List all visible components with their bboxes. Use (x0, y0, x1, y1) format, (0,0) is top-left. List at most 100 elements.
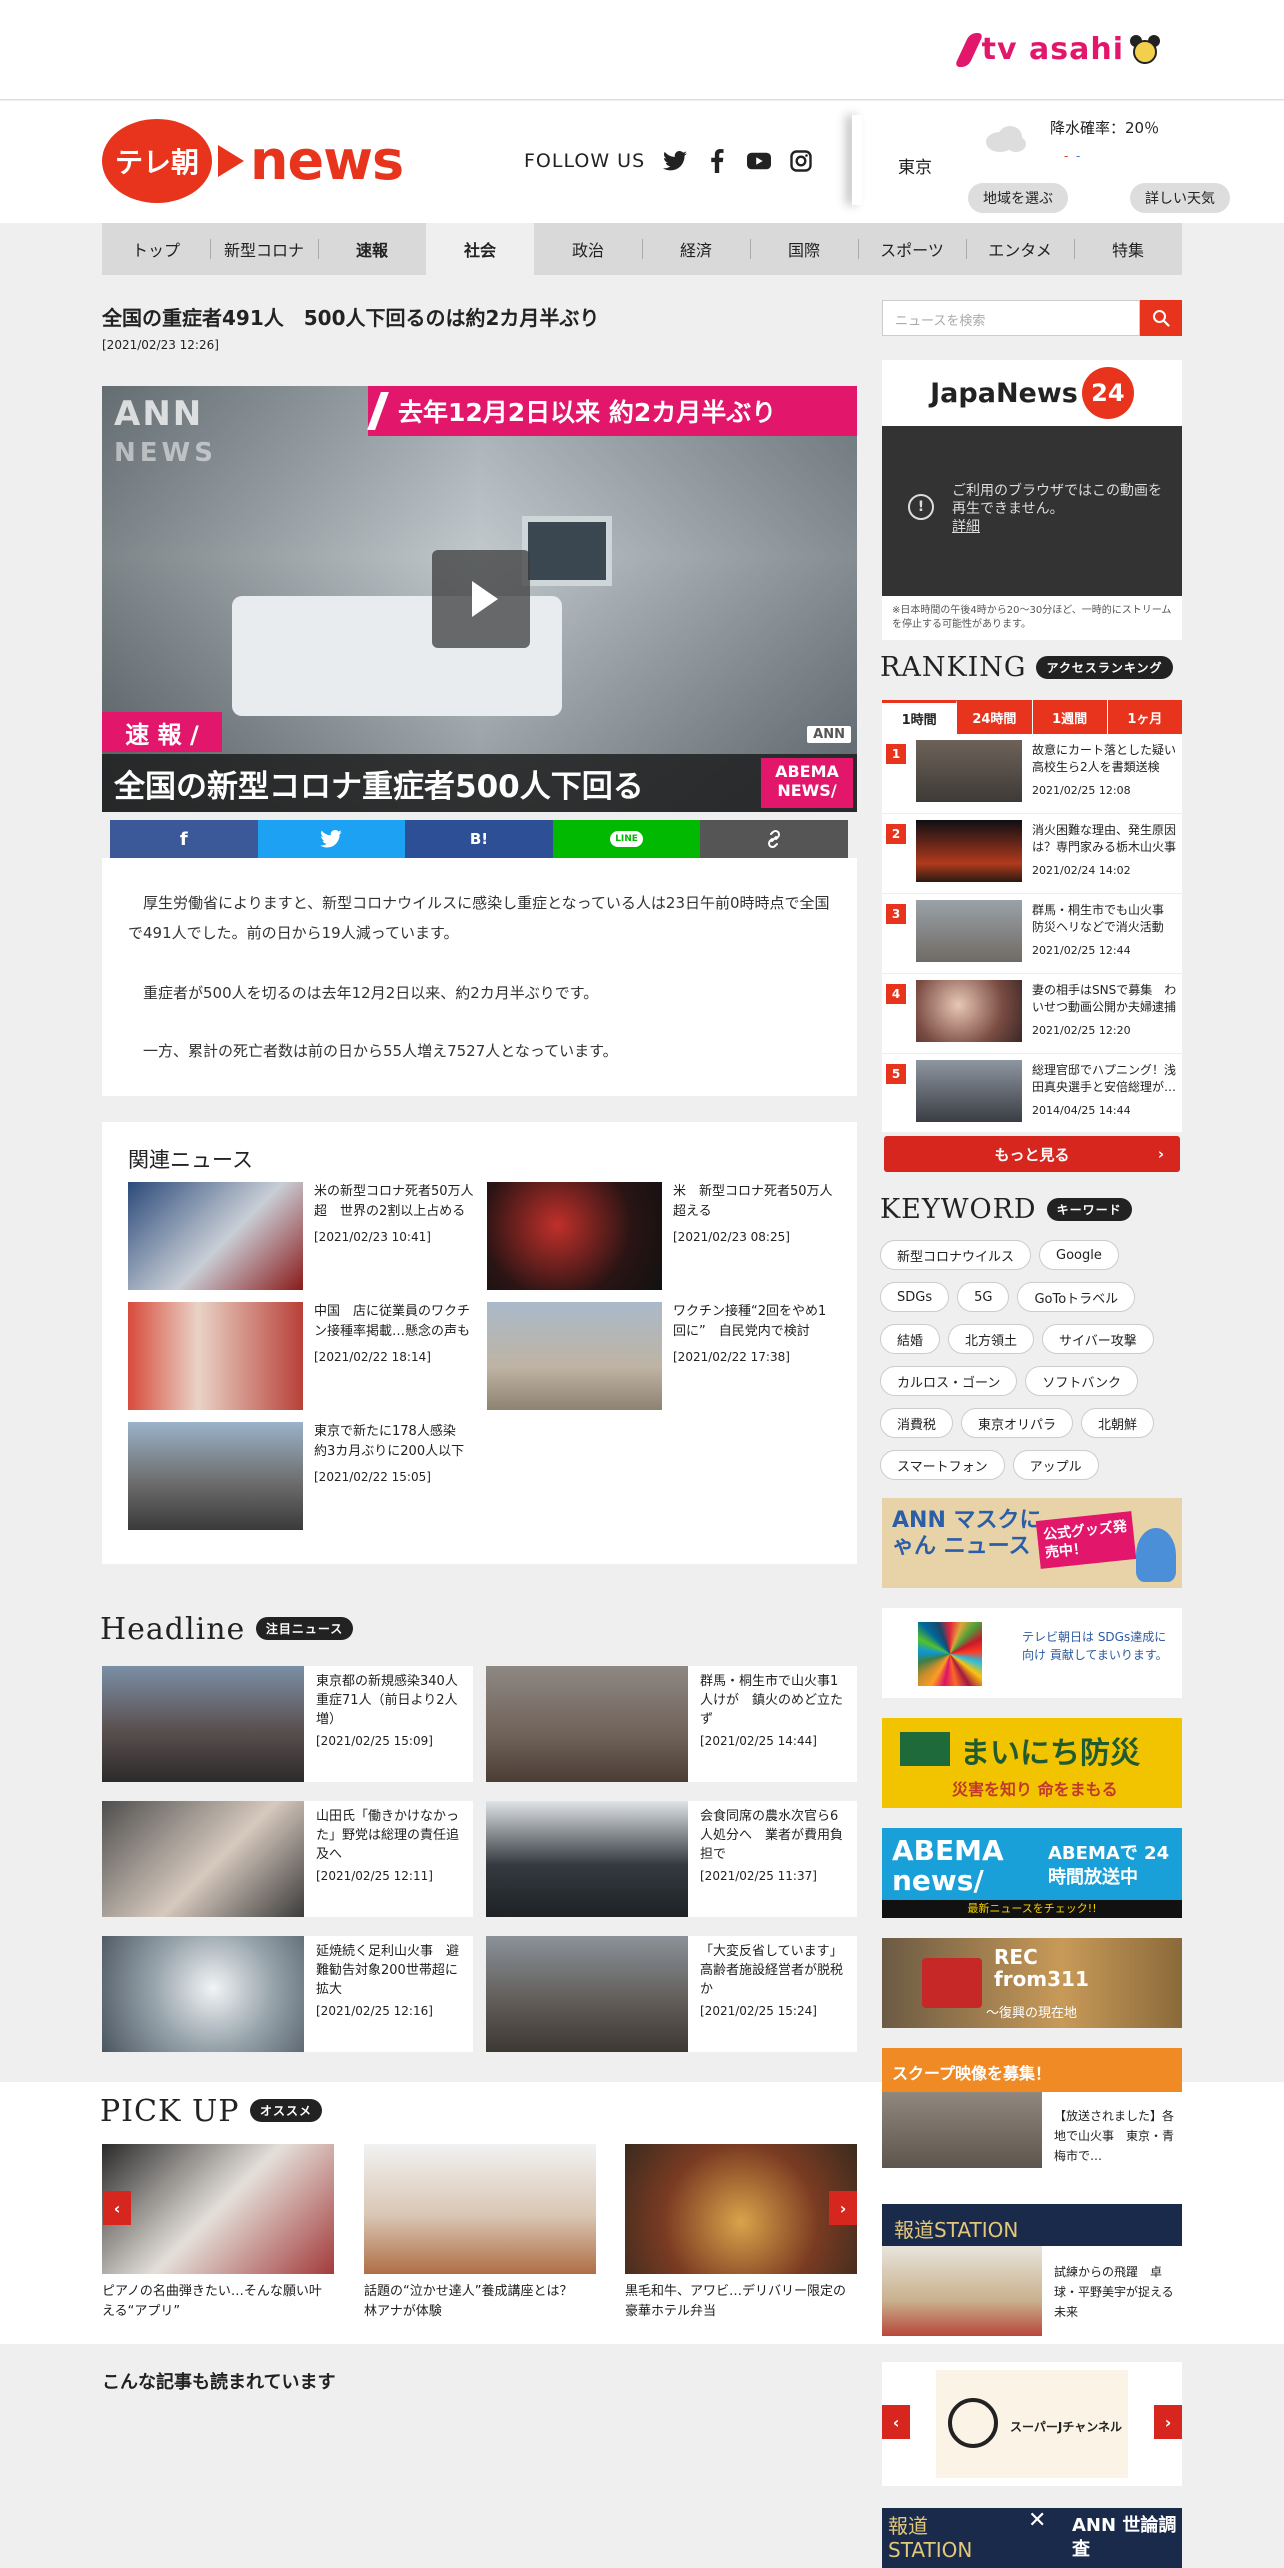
scoop-banner[interactable]: スクープ映像を募集！ 【放送されました】各地で山火事 東京・青梅市で… (882, 2048, 1182, 2168)
related-item[interactable]: 米の新型コロナ死者50万人超 世界の2割以上占める [2021/02/23 10… (128, 1182, 478, 1292)
headline-item[interactable]: 群馬・桐生市で山火事1人けが 鎮火のめど立たず [2021/02/25 14:4… (486, 1666, 857, 1782)
keyword-tag[interactable]: 5G (957, 1282, 1010, 1312)
choose-area-button[interactable]: 地域を選ぶ (968, 183, 1068, 213)
ranking-more-button[interactable]: もっと見る › (884, 1136, 1180, 1172)
bottom-banner[interactable]: 報道 STATION ✕ ANN 世論調査 (882, 2508, 1182, 2568)
share-line-button[interactable]: LINE (552, 820, 701, 858)
search-input[interactable]: ニュースを検索 (882, 300, 1140, 336)
headline-item[interactable]: 「大変反省しています」 高齢者施設経営者が脱税か [2021/02/25 15:… (486, 1936, 857, 2052)
sdgs-logo-icon (918, 1622, 982, 1686)
sdgs-banner[interactable]: テレビ朝日は SDGs達成に向け 貢献してまいります。 (882, 1608, 1182, 1698)
pickup-thumb (625, 2144, 857, 2274)
rank-date: 2021/02/25 12:08 (1032, 784, 1131, 797)
headline-item[interactable]: 東京都の新規感染340人 重症71人（前日より2人増） [2021/02/25 … (102, 1666, 473, 1782)
nav-politics[interactable]: 政治 (534, 223, 642, 275)
related-item[interactable]: 東京で新たに178人感染 約3カ月ぶりに200人以下 [2021/02/22 1… (128, 1422, 478, 1532)
related-item[interactable]: 中国 店に従業員のワクチン接種率掲載…懸念の声も [2021/02/22 18:… (128, 1302, 478, 1412)
super-j-logo-icon (948, 2398, 998, 2448)
keyword-tag[interactable]: Google (1039, 1240, 1119, 1270)
tv-asahi-slash-icon (953, 32, 984, 67)
nav-feature[interactable]: 特集 (1074, 223, 1182, 275)
ranking-item[interactable]: 4 妻の相手はSNSで募集 わいせつ動画公開か夫婦逮捕 2021/02/25 1… (882, 974, 1182, 1054)
headline-item-date: [2021/02/25 15:09] (316, 1734, 433, 1748)
site-logo[interactable]: テレ朝 news (102, 119, 404, 203)
keyword-tag[interactable]: アップル (1012, 1450, 1099, 1480)
keyword-tag[interactable]: 東京オリパラ (961, 1408, 1074, 1438)
tab-1hour[interactable]: 1時間 (882, 700, 958, 734)
cloud-icon (986, 126, 1026, 152)
headline-item[interactable]: 会食同席の農水次官ら6人処分へ 業者が費用負担で [2021/02/25 11:… (486, 1801, 857, 1917)
japanews24-logo[interactable]: JapaNews 24 (882, 360, 1182, 426)
article-paragraph: 厚生労働省によりますと、新型コロナウイルスに感染し重症となっている人は23日午前… (128, 894, 830, 942)
tab-1week[interactable]: 1週間 (1032, 700, 1108, 734)
headline-thumb (486, 1936, 688, 2052)
nav-breaking[interactable]: 速報 (318, 223, 426, 275)
tab-1month[interactable]: 1ヶ月 (1107, 700, 1182, 734)
nav-sports[interactable]: スポーツ (858, 223, 966, 275)
pickup-next-button[interactable]: › (829, 2191, 857, 2225)
tv-asahi-logo[interactable]: tv asahi (953, 32, 1160, 67)
nav-economy[interactable]: 経済 (642, 223, 750, 275)
ranking-item[interactable]: 1 故意にカート落とした疑い 高校生ら2人を書類送検 2021/02/25 12… (882, 734, 1188, 814)
related-item-title: 米の新型コロナ死者50万人超 世界の2割以上占める (314, 1184, 474, 1219)
pickup-prev-button[interactable]: ‹ (103, 2191, 131, 2225)
keyword-tag[interactable]: 新型コロナウイルス (880, 1240, 1032, 1270)
headline-item[interactable]: 延焼続く足利山火事 避難勧告対象200世帯超に拡大 [2021/02/25 12… (102, 1936, 473, 2052)
pickup-item[interactable]: 黒毛和牛、アワビ…デリバリー限定の豪華ホテル弁当 (625, 2144, 857, 2324)
ranking-item[interactable]: 5 総理官邸でハプニング！浅田真央選手と安倍総理が… 2014/04/25 14… (882, 1054, 1182, 1134)
ranking-item[interactable]: 3 群馬・桐生市でも山火事 防災ヘリなどで消火活動 2021/02/25 12:… (882, 894, 1182, 974)
play-button[interactable] (432, 550, 530, 648)
nav-society[interactable]: 社会 (426, 223, 534, 275)
search-button[interactable] (1140, 300, 1182, 336)
keyword-tag[interactable]: スマートフォン (880, 1450, 1005, 1480)
nav-corona[interactable]: 新型コロナ (210, 223, 318, 275)
nav-top[interactable]: トップ (102, 223, 210, 275)
headline-thumb (102, 1936, 304, 2052)
mask-goods-text: 公式グッズ発売中！ (1035, 1511, 1137, 1569)
rec-from311-banner[interactable]: REC from311 ～復興の現在地 (882, 1938, 1182, 2028)
houdou-station-banner[interactable]: 報道STATION 試練からの飛躍 卓球・平野美宇が捉える未来 (882, 2204, 1182, 2336)
nav-entertainment[interactable]: エンタメ (966, 223, 1074, 275)
mask-nyan-banner[interactable]: ANN マスクにゃん ニュース 公式グッズ発売中！ (882, 1498, 1182, 1588)
super-j-banner[interactable]: スーパーJチャンネル (936, 2370, 1128, 2478)
copy-link-button[interactable] (700, 820, 848, 858)
pickup-item[interactable]: ピアノの名曲弾きたい…そんな願い叶える“アプリ” (102, 2144, 334, 2324)
related-item[interactable]: ワクチン接種“2回をやめ1回に” 自民党内で検討 [2021/02/22 17:… (487, 1302, 837, 1412)
japanews24-player[interactable]: ! ご利用のブラウザではこの動画を再生できません。 詳細 (882, 426, 1182, 596)
weather-detail-button[interactable]: 詳しい天気 (1130, 183, 1230, 213)
keyword-tag[interactable]: SDGs (880, 1282, 950, 1312)
pickup-item[interactable]: 話題の“泣かせ達人”養成講座とは？ 林アナが体験 (364, 2144, 596, 2324)
keyword-tag[interactable]: ソフトバンク (1025, 1366, 1139, 1396)
abema-banner[interactable]: ABEMA news/ ABEMAで 24時間放送中 最新ニュースをチェック!! (882, 1828, 1182, 1918)
keyword-tag[interactable]: 消費税 (880, 1408, 954, 1438)
keyword-tag[interactable]: サイバー攻撃 (1042, 1324, 1154, 1354)
bousai-banner[interactable]: まいにち防災 災害を知り 命をまもる (882, 1718, 1182, 1808)
youtube-icon[interactable] (747, 149, 772, 173)
facebook-icon[interactable] (705, 149, 729, 173)
rec-banner-subtitle: ～復興の現在地 (986, 2006, 1078, 2021)
keyword-tag[interactable]: 結婚 (880, 1324, 941, 1354)
player-error-message: ご利用のブラウザではこの動画を再生できません。 (952, 483, 1162, 517)
super-j-next-button[interactable]: › (1154, 2405, 1182, 2439)
player-detail-link[interactable]: 詳細 (952, 518, 1162, 536)
share-hatena-button[interactable]: B! (405, 820, 553, 858)
share-facebook-button[interactable]: f (110, 820, 258, 858)
share-twitter-button[interactable] (257, 820, 406, 858)
related-item[interactable]: 米 新型コロナ死者50万人超える [2021/02/23 08:25] (487, 1182, 837, 1292)
twitter-icon[interactable] (663, 149, 688, 173)
article-video[interactable]: ANN NEWS 去年12月2日以来 約2カ月半ぶり ANN 速 報 / 全国の… (102, 386, 857, 812)
ranking-item[interactable]: 2 消火困難な理由、発生原因は？専門家みる栃木山火事 2021/02/24 14… (882, 814, 1182, 894)
related-item-title: 米 新型コロナ死者50万人超える (673, 1184, 833, 1219)
bear-mascot-icon (1130, 34, 1160, 65)
nav-international[interactable]: 国際 (750, 223, 858, 275)
keyword-tag[interactable]: 北方領土 (948, 1324, 1035, 1354)
keyword-tag[interactable]: 北朝鮮 (1081, 1408, 1155, 1438)
keyword-tag[interactable]: GoToトラベル (1017, 1282, 1136, 1312)
instagram-icon[interactable] (789, 149, 813, 173)
japanews24-widget: JapaNews 24 ! ご利用のブラウザではこの動画を再生できません。 詳細… (882, 360, 1182, 640)
keyword-tag[interactable]: カルロス・ゴーン (880, 1366, 1018, 1396)
close-icon[interactable]: ✕ (1028, 2508, 1048, 2533)
super-j-prev-button[interactable]: ‹ (882, 2405, 910, 2439)
tab-24hours[interactable]: 24時間 (957, 700, 1033, 734)
headline-item[interactable]: 山田氏「働きかけなかった」野党は総理の責任追及へ [2021/02/25 12:… (102, 1801, 473, 1917)
